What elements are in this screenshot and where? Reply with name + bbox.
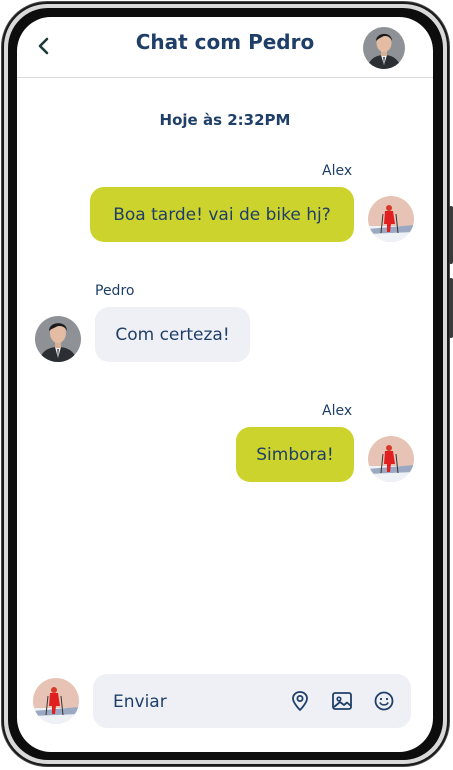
user-avatar [33, 678, 79, 724]
location-pin-icon[interactable] [289, 690, 311, 712]
pedro-avatar[interactable] [35, 316, 81, 362]
chat-screen: Chat com Pedro Hoje às 2:32PM Alex Boa t… [17, 17, 433, 752]
message-input[interactable] [111, 674, 275, 730]
sender-name: Pedro [95, 283, 135, 299]
pedro-avatar[interactable] [363, 27, 405, 69]
message-composer [93, 674, 411, 730]
sender-name: Alex [322, 163, 353, 179]
outgoing-message[interactable]: Boa tarde! vai de bike hj? [90, 187, 354, 242]
alex-avatar[interactable] [368, 436, 414, 482]
outgoing-message[interactable]: Simbora! [236, 427, 354, 482]
chat-timestamp: Hoje às 2:32PM [159, 111, 291, 129]
chat-header: Chat com Pedro [17, 17, 433, 78]
emoji-icon[interactable] [373, 690, 395, 712]
alex-avatar[interactable] [368, 196, 414, 242]
image-icon[interactable] [331, 690, 353, 712]
phone-frame: Chat com Pedro Hoje às 2:32PM Alex Boa t… [0, 0, 453, 770]
sender-name: Alex [322, 403, 353, 419]
incoming-message[interactable]: Com certeza! [95, 307, 250, 362]
side-button-upper [449, 206, 453, 264]
side-button-lower [449, 278, 453, 338]
